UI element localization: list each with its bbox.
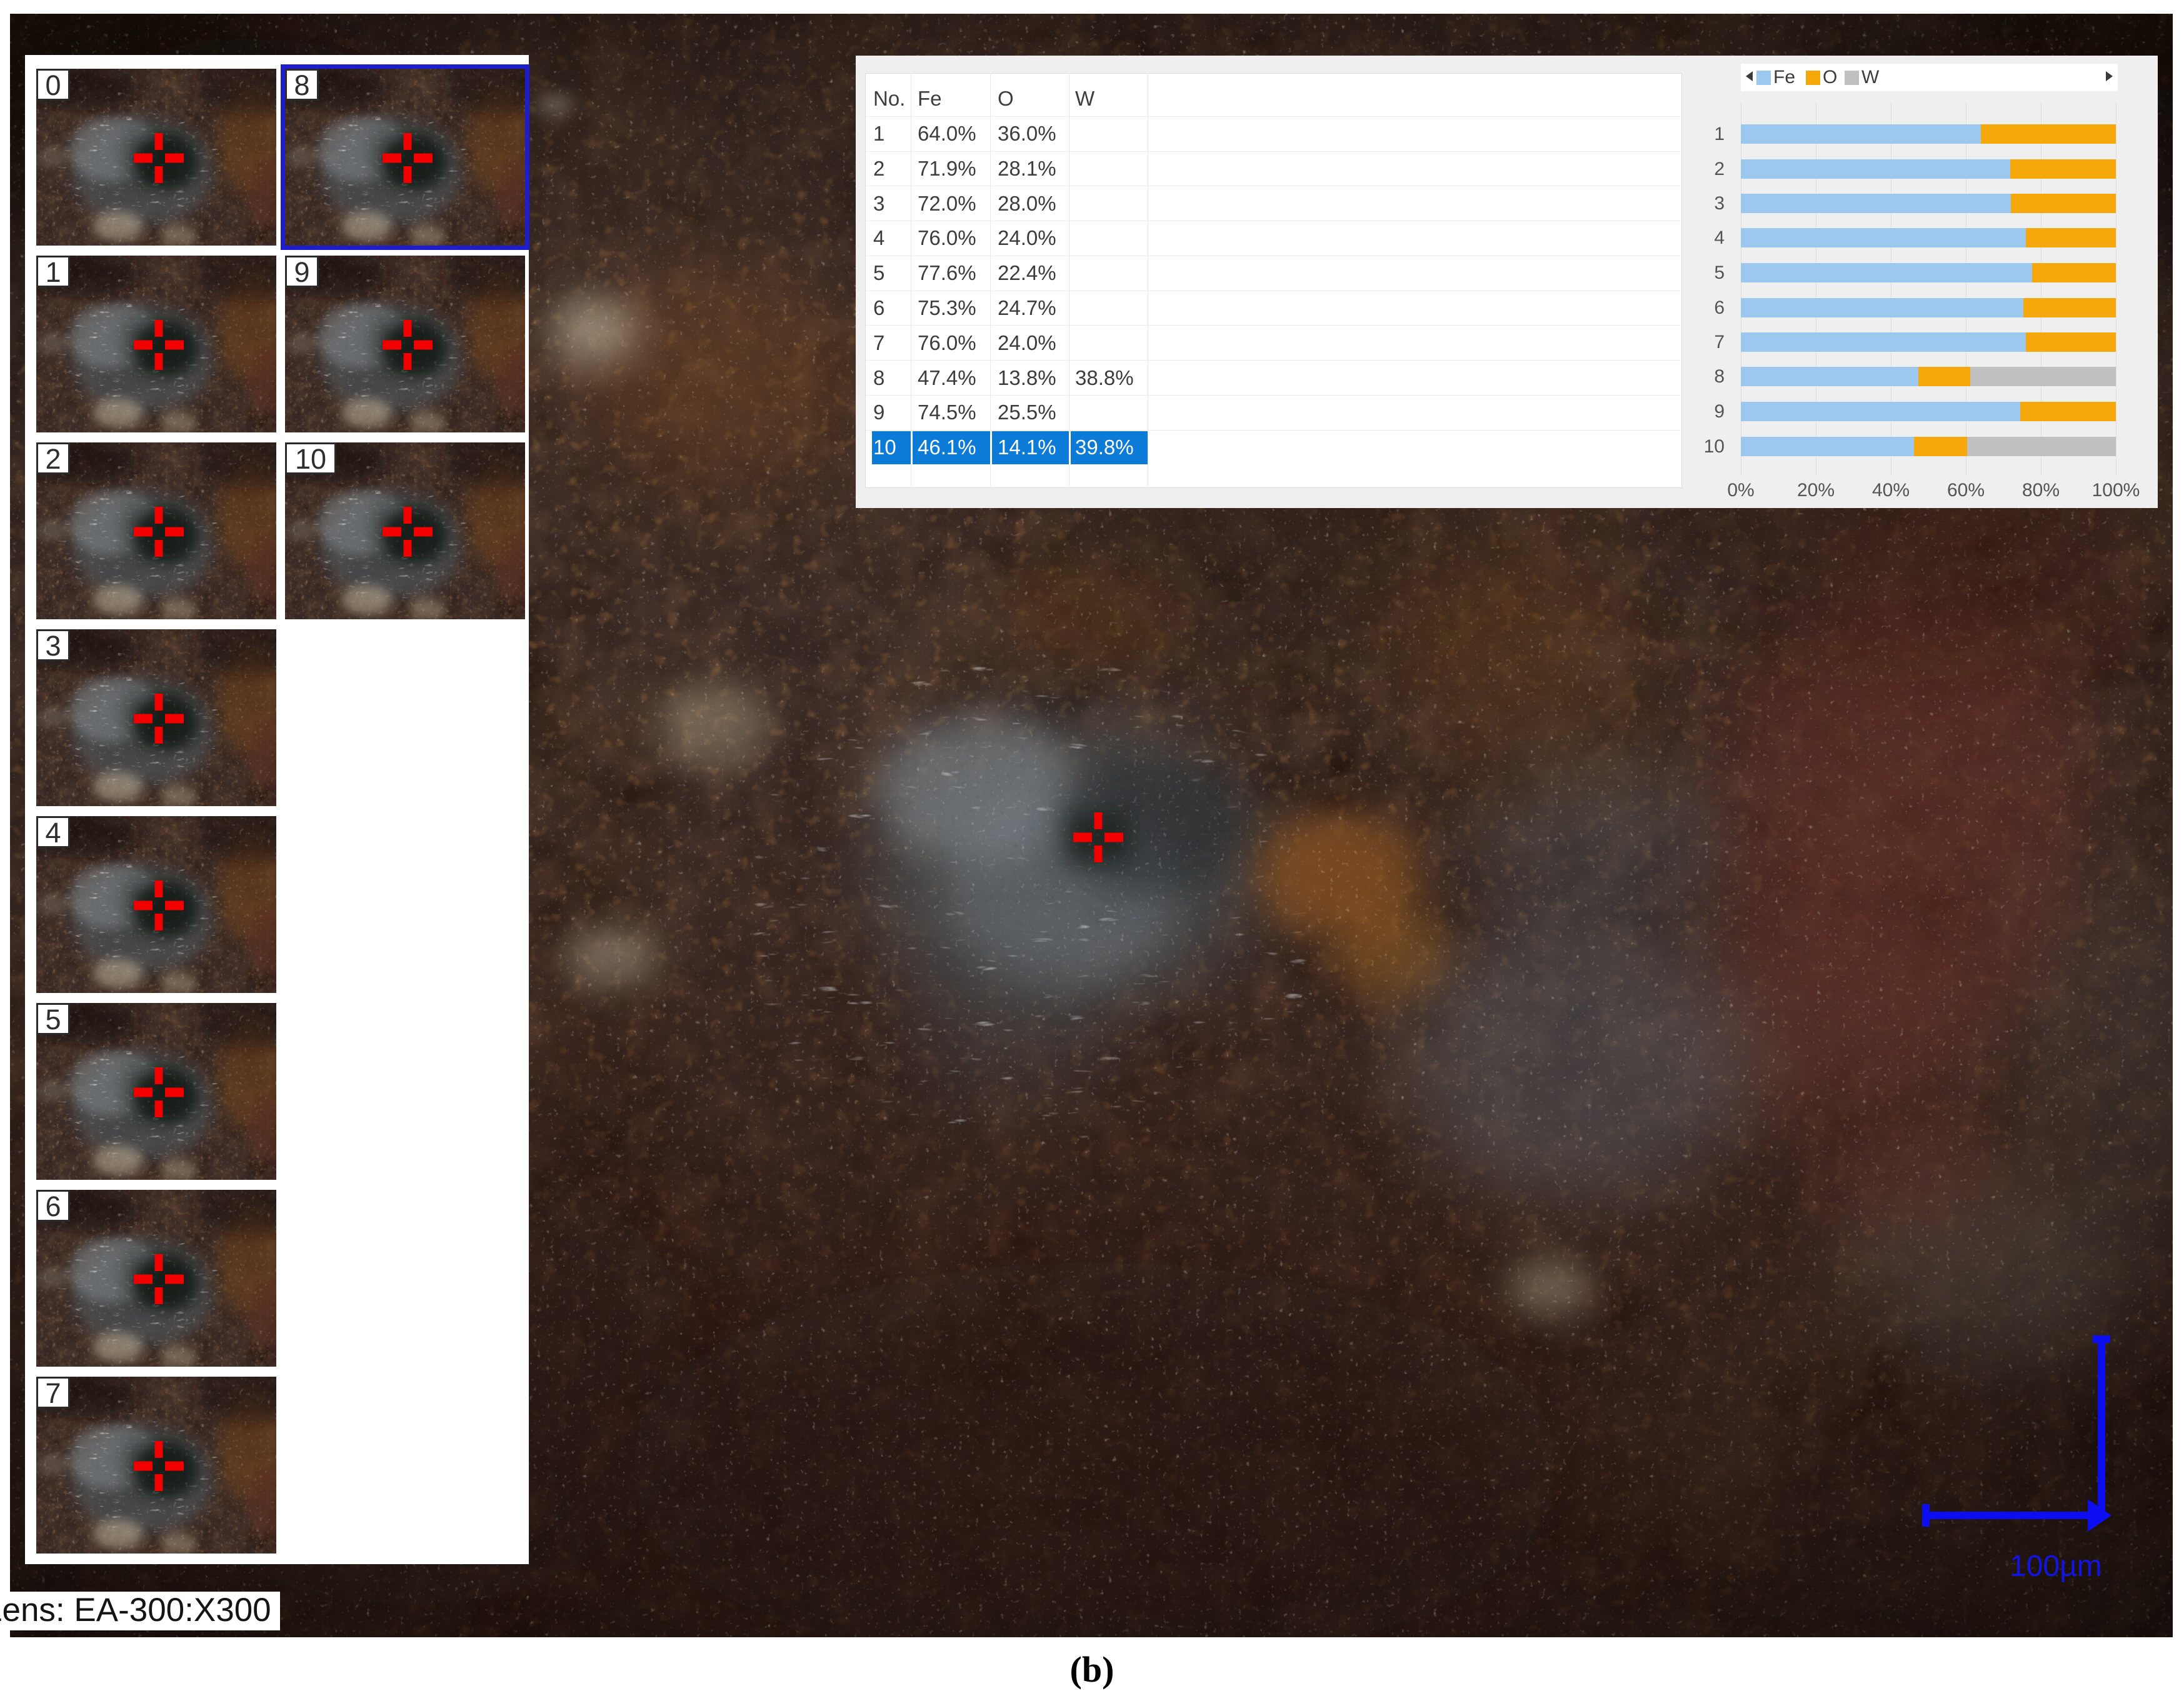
svg-text:100µm: 100µm	[2010, 1550, 2102, 1583]
